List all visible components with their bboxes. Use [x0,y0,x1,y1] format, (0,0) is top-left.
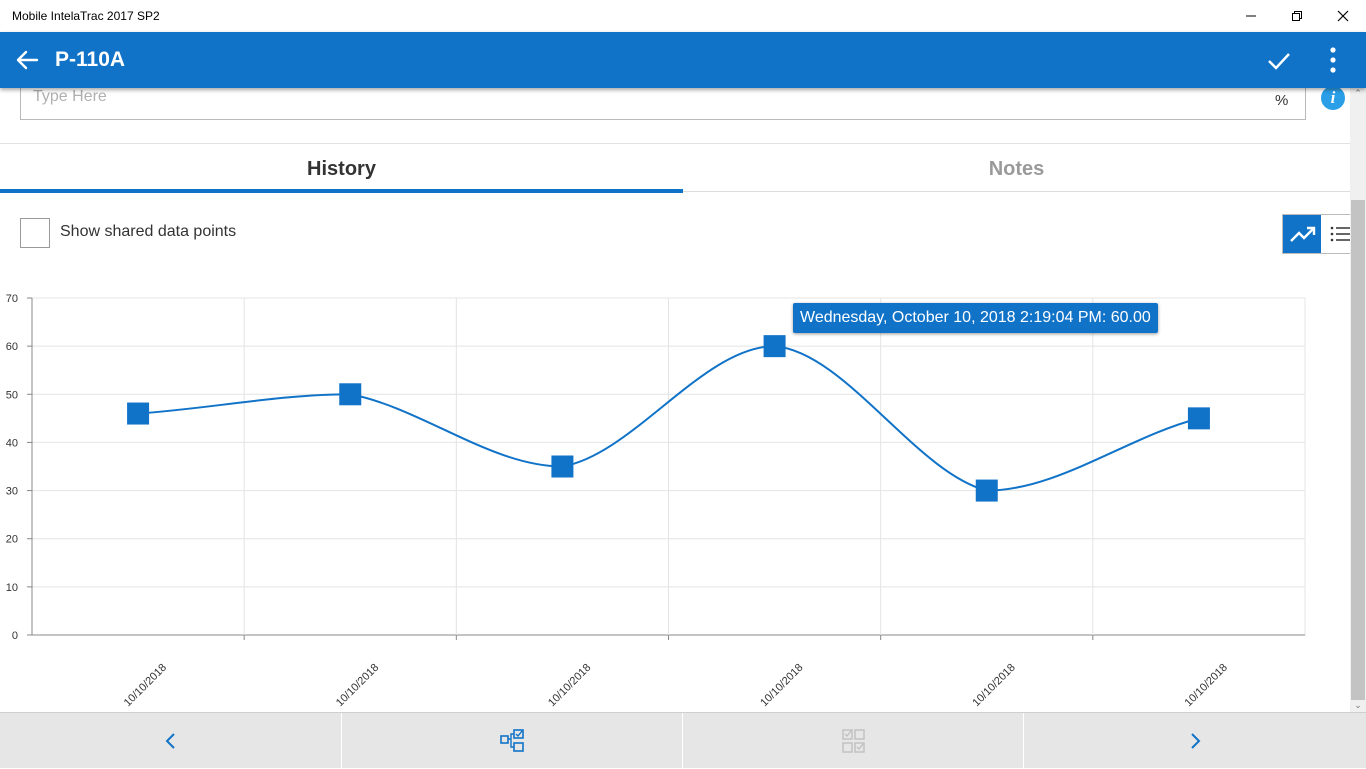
data-point [1187,407,1210,430]
trending-up-icon [1290,226,1316,242]
reading-input[interactable] [33,88,1233,106]
x-tick-label: 10/10/2018 [122,662,169,709]
x-tick-label: 10/10/2018 [758,662,805,709]
data-point [763,335,786,358]
tab-baseline [683,191,1350,192]
back-button[interactable] [14,48,40,72]
x-tick-label: 10/10/2018 [546,662,593,709]
hierarchy-icon [499,729,524,752]
data-point [339,383,362,406]
previous-button[interactable] [0,713,341,769]
window-title: Mobile IntelaTrac 2017 SP2 [12,9,160,23]
y-tick-label: 40 [6,437,18,449]
chevron-left-icon [165,733,175,749]
list-icon [1330,226,1351,242]
chart-view-button[interactable] [1283,215,1321,253]
tab-history[interactable]: History [0,144,683,194]
y-tick-label: 0 [12,630,18,642]
info-icon[interactable]: i [1321,86,1345,110]
checklist-button[interactable] [683,713,1024,769]
hierarchy-button[interactable] [342,713,683,769]
more-vertical-icon [1330,47,1336,73]
scrollbar-thumb[interactable] [1351,200,1365,700]
close-button[interactable] [1320,0,1366,32]
x-tick-label: 10/10/2018 [334,662,381,709]
confirm-button[interactable] [1266,50,1292,72]
scroll-down-icon[interactable]: ⌄ [1350,700,1366,712]
shared-data-points-checkbox[interactable] [20,218,50,248]
y-tick-label: 60 [6,341,18,353]
history-chart: 0 10 20 30 40 50 60 70 10/10/2018 10/10/2018 10/10… [6,293,1306,709]
arrow-left-icon [16,50,39,70]
close-icon [1337,10,1349,22]
restore-button[interactable] [1274,0,1320,32]
data-point [127,402,150,425]
data-point [551,455,574,478]
next-button[interactable] [1024,713,1366,769]
more-options-button[interactable] [1320,46,1346,74]
tab-notes[interactable]: Notes [683,144,1350,194]
minimize-button[interactable] [1228,0,1274,32]
x-tick-label: 10/10/2018 [1183,662,1230,709]
scroll-up-icon[interactable]: ⌃ [1350,88,1366,100]
active-tab-indicator [0,189,683,193]
window-titlebar: Mobile IntelaTrac 2017 SP2 [0,0,1366,32]
shared-data-points-label: Show shared data points [60,223,237,240]
page-title: P-110A [55,48,126,71]
data-point-tooltip: Wednesday, October 10, 2018 2:19:04 PM: … [793,303,1158,333]
y-tick-label: 20 [6,534,18,546]
y-tick-label: 70 [6,293,18,305]
x-tick-label: 10/10/2018 [970,662,1017,709]
y-tick-label: 30 [6,486,18,498]
app-bar: P-110A [0,32,1366,88]
unit-label: % [1275,92,1289,109]
checkmark-icon [1268,53,1290,70]
chevron-right-icon [1191,733,1201,749]
list-view-button[interactable] [1323,215,1353,253]
restore-icon [1292,11,1302,21]
checklist-icon [841,729,865,753]
y-tick-label: 10 [6,582,18,594]
y-tick-label: 50 [6,389,18,401]
data-point [975,479,998,502]
minimize-icon [1246,15,1256,17]
bottom-nav-bar [0,712,1366,769]
